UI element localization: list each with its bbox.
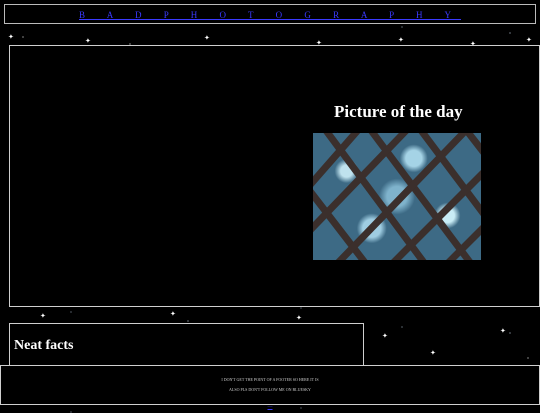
star-icon: ✦ [500, 327, 506, 335]
star-icon: ✦ [85, 37, 91, 45]
footer-link[interactable]: — [268, 405, 273, 410]
trellis-lattice-graphic [313, 133, 481, 260]
top-nav-bar: B A D P H O T O G R A P H Y [4, 4, 536, 24]
star-icon: ✦ [40, 312, 46, 320]
star-icon: ✦ [296, 314, 302, 322]
picture-of-the-day-image [313, 133, 481, 260]
star-icon: ✦ [204, 34, 210, 42]
footer: I DON'T GET THE POINT OF A FOOTER SO HER… [0, 365, 540, 410]
neat-facts-heading: Neat facts [14, 338, 74, 353]
star-icon: ✦ [170, 310, 176, 318]
site-title-link[interactable]: B A D P H O T O G R A P H Y [79, 10, 461, 20]
star-icon: ✦ [8, 33, 14, 41]
star-icon: ✦ [430, 349, 436, 357]
picture-of-the-day-heading: Picture of the day [334, 102, 463, 121]
star-icon: ✦ [398, 36, 404, 44]
star-icon: ✦ [382, 332, 388, 340]
footer-text-line2: ALSO PLS DON'T FOLLOW ME ON BLUESKY [229, 387, 311, 392]
star-icon: ✦ [526, 36, 532, 44]
footer-text-line1: I DON'T GET THE POINT OF A FOOTER SO HER… [221, 377, 319, 382]
